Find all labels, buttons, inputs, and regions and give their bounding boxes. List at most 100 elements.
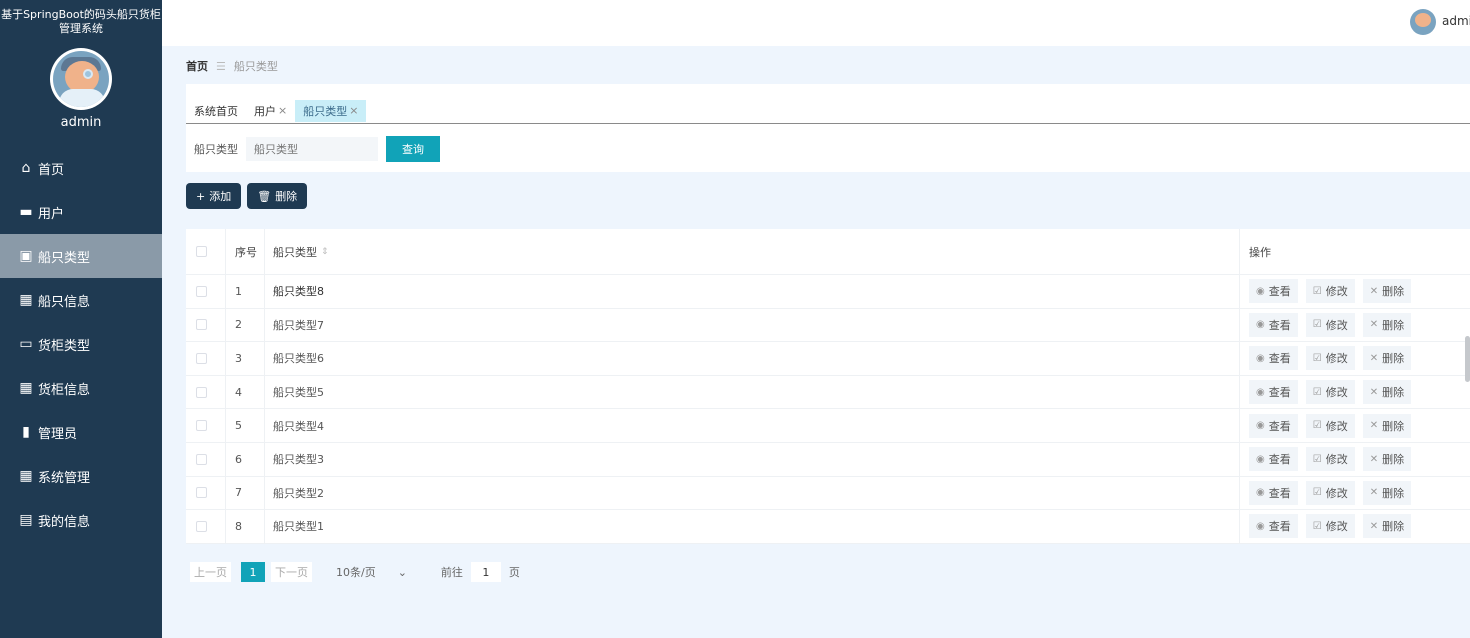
header-user-name[interactable]: admin	[1442, 14, 1470, 28]
delete-button[interactable]: ✕ 删除	[1362, 447, 1412, 472]
row-ops: ◉ 查看 ☑ 修改 ✕ 删除	[1240, 477, 1470, 510]
row-index: 5	[226, 409, 265, 442]
goto-page: 前往 页	[441, 562, 520, 582]
sidebar-item-4[interactable]: ▭ 货柜类型	[0, 322, 162, 366]
delete-button[interactable]: ✕ 删除	[1362, 380, 1412, 405]
sidebar: 基于SpringBoot的码头船只货柜管理系统 admin ⌂ 首页 ▬ 用户 ▣ 船只类…	[0, 0, 162, 638]
tab-label: 船只类型	[303, 104, 348, 118]
edit-button[interactable]: ☑ 修改	[1305, 279, 1355, 304]
row-checkbox[interactable]	[196, 319, 207, 331]
close-icon: ✕	[1369, 386, 1379, 398]
sidebar-item-label: 我的信息	[38, 514, 91, 530]
row-name: 船只类型1	[265, 510, 1240, 543]
row-checkbox[interactable]	[196, 352, 207, 364]
scrollbar-thumb[interactable]	[1465, 336, 1470, 382]
pagination: 上一页 1 下一页 10条/页 ⌄ 前往 页	[190, 562, 520, 582]
close-icon[interactable]: ×	[349, 104, 358, 117]
sidebar-item-2[interactable]: ▣ 船只类型	[0, 234, 162, 278]
header-name-label: 船只类型	[273, 245, 317, 259]
goto-page-input[interactable]	[470, 562, 501, 582]
sidebar-item-6[interactable]: ▮ 管理员	[0, 410, 162, 454]
view-button[interactable]: ◉ 查看	[1249, 380, 1298, 405]
close-icon[interactable]: ×	[278, 104, 287, 117]
row-checkbox[interactable]	[196, 487, 207, 499]
row-checkbox[interactable]	[196, 520, 207, 532]
edit-button[interactable]: ☑ 修改	[1305, 346, 1355, 371]
delete-button[interactable]: ✕ 删除	[1362, 480, 1412, 505]
sidebar-item-label: 首页	[38, 162, 65, 178]
sidebar-item-7[interactable]: ▦ 系统管理	[0, 454, 162, 498]
close-icon: ✕	[1369, 453, 1379, 465]
view-button[interactable]: ◉ 查看	[1249, 312, 1298, 337]
edit-icon: ☑	[1312, 453, 1322, 465]
search-label: 船只类型	[194, 143, 238, 156]
edit-button[interactable]: ☑ 修改	[1305, 380, 1355, 405]
view-button[interactable]: ◉ 查看	[1249, 279, 1298, 304]
delete-button[interactable]: ✕ 删除	[1362, 312, 1412, 337]
delete-label: 删除	[1382, 419, 1405, 433]
select-all-checkbox[interactable]	[196, 246, 207, 257]
edit-button[interactable]: ☑ 修改	[1305, 514, 1355, 539]
sidebar-item-3[interactable]: ▦ 船只信息	[0, 278, 162, 322]
next-page-button[interactable]: 下一页	[271, 562, 312, 582]
table-row: 8 船只类型1 ◉ 查看 ☑ 修改 ✕ 删除	[186, 510, 1470, 544]
delete-button[interactable]: ✕ 删除	[1362, 279, 1412, 304]
sidebar-item-1[interactable]: ▬ 用户	[0, 190, 162, 234]
view-button[interactable]: ◉ 查看	[1249, 413, 1298, 438]
tab-label: 用户	[254, 104, 276, 118]
toolbar: + 添加 🗑 删除	[186, 183, 308, 209]
top-bar: admin	[162, 0, 1470, 46]
row-ops: ◉ 查看 ☑ 修改 ✕ 删除	[1240, 443, 1470, 476]
header-checkbox-cell	[186, 229, 226, 274]
edit-button[interactable]: ☑ 修改	[1305, 312, 1355, 337]
row-checkbox[interactable]	[196, 285, 207, 297]
sidebar-item-0[interactable]: ⌂ 首页	[0, 146, 162, 190]
tab-1[interactable]: 用户 ×	[246, 100, 295, 122]
view-button[interactable]: ◉ 查看	[1249, 514, 1298, 539]
row-name: 船只类型5	[265, 375, 1240, 409]
edit-button[interactable]: ☑ 修改	[1305, 413, 1355, 438]
avatar[interactable]	[50, 48, 112, 110]
goto-prefix: 前往	[440, 566, 463, 579]
edit-button[interactable]: ☑ 修改	[1305, 480, 1355, 505]
view-button[interactable]: ◉ 查看	[1249, 480, 1298, 505]
page-number-current[interactable]: 1	[241, 562, 265, 582]
delete-button[interactable]: ✕ 删除	[1362, 346, 1412, 371]
row-index: 2	[226, 308, 265, 342]
header-name[interactable]: 船只类型 ⇕	[265, 229, 1240, 274]
edit-label: 修改	[1325, 486, 1348, 500]
sidebar-item-5[interactable]: ▦ 货柜信息	[0, 366, 162, 410]
eye-icon: ◉	[1256, 285, 1265, 297]
row-checkbox[interactable]	[196, 386, 207, 398]
row-checkbox-cell	[186, 375, 226, 409]
bulk-delete-button[interactable]: 🗑 删除	[247, 183, 308, 209]
tab-bar: 系统首页 用户 × 船只类型 ×	[186, 98, 1470, 124]
view-button[interactable]: ◉ 查看	[1249, 346, 1298, 371]
view-label: 查看	[1268, 486, 1291, 500]
sort-icon[interactable]: ⇕	[321, 247, 329, 257]
edit-button[interactable]: ☑ 修改	[1305, 447, 1355, 472]
delete-button[interactable]: ✕ 删除	[1362, 413, 1412, 438]
tab-2[interactable]: 船只类型 ×	[295, 99, 367, 122]
breadcrumb-home[interactable]: 首页	[186, 58, 208, 74]
page-size-select[interactable]: 10条/页 ⌄	[336, 564, 407, 580]
header-index: 序号	[226, 229, 265, 274]
row-checkbox-cell	[186, 476, 226, 510]
tab-0[interactable]: 系统首页	[186, 100, 246, 122]
sidebar-user-name: admin	[60, 115, 102, 130]
wallet-icon: ▤	[19, 512, 33, 528]
sidebar-item-label: 系统管理	[38, 470, 91, 486]
prev-page-button[interactable]: 上一页	[190, 562, 231, 582]
search-input[interactable]	[246, 137, 378, 161]
header-avatar[interactable]	[1410, 9, 1436, 35]
delete-button[interactable]: ✕ 删除	[1362, 514, 1412, 539]
search-button[interactable]: 查询	[386, 136, 440, 162]
grid-icon: ▦	[19, 380, 33, 396]
add-button[interactable]: + 添加	[186, 183, 242, 209]
row-ops: ◉ 查看 ☑ 修改 ✕ 删除	[1240, 409, 1470, 442]
delete-label: 删除	[1382, 352, 1405, 366]
view-button[interactable]: ◉ 查看	[1249, 447, 1298, 472]
row-checkbox[interactable]	[196, 420, 207, 432]
sidebar-item-8[interactable]: ▤ 我的信息	[0, 498, 162, 542]
row-checkbox[interactable]	[196, 453, 207, 465]
